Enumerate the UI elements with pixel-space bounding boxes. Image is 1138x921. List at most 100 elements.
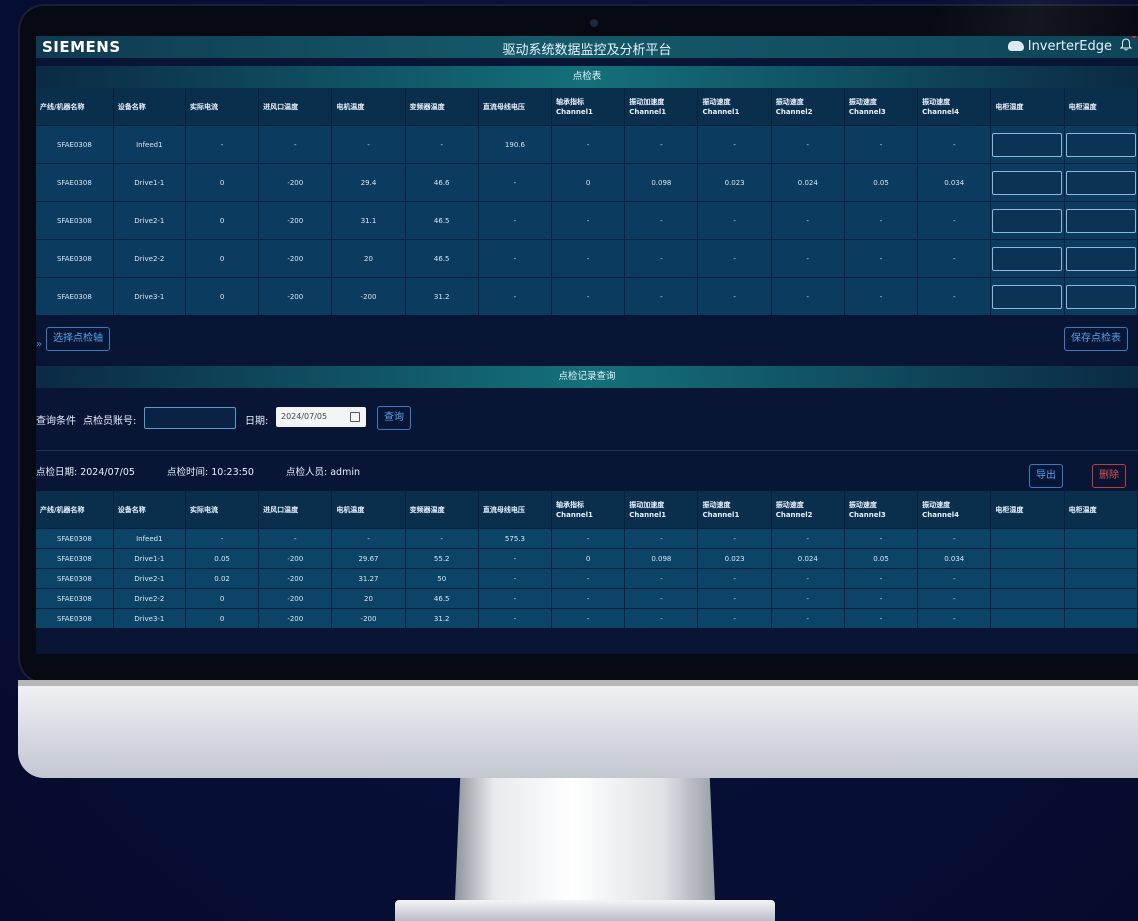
table-cell: - bbox=[917, 277, 992, 315]
col-header: 进风口温度 bbox=[258, 88, 333, 126]
table-cell: -200 bbox=[258, 568, 333, 589]
table-cell: - bbox=[624, 588, 699, 609]
table-cell: 46.6 bbox=[405, 163, 479, 202]
expand-arrow-icon[interactable]: » bbox=[36, 339, 42, 350]
table-row: SFAE0308 Drive1-1 0 -200 29.4 46.6-0 0.098 0.02… bbox=[36, 163, 1138, 202]
table-cell: - bbox=[258, 528, 333, 549]
table-cell: 50 bbox=[405, 568, 479, 589]
table-cell: 29.4 bbox=[331, 163, 406, 202]
table-cell: 20 bbox=[331, 239, 406, 278]
table-cell: - bbox=[331, 528, 406, 549]
date-picker[interactable]: 2024/07/05 bbox=[276, 407, 366, 427]
account-input[interactable] bbox=[144, 407, 236, 429]
table-cell: -200 bbox=[258, 588, 333, 609]
table-cell: - bbox=[917, 608, 992, 628]
table-cell: SFAE0308 bbox=[36, 125, 114, 164]
col-header: 设备名称 bbox=[113, 491, 186, 529]
date-label: 日期: bbox=[245, 416, 269, 427]
table-cell: -200 bbox=[258, 163, 333, 202]
col-header: 电机温度 bbox=[331, 88, 406, 126]
table-cell: 0.034 bbox=[917, 163, 992, 202]
monitor-chin bbox=[18, 680, 1138, 778]
col-header: 振动速度Channel2 bbox=[771, 491, 845, 529]
table-cell: 575.3 bbox=[478, 528, 553, 549]
table-cell: 0.098 bbox=[624, 548, 699, 569]
col-header: 进风口温度 bbox=[258, 491, 333, 529]
table-cell: Drive2-2 bbox=[113, 239, 186, 278]
table-cell: 0.024 bbox=[771, 548, 845, 569]
table-cell: - bbox=[478, 239, 553, 278]
table-cell: - bbox=[771, 588, 845, 609]
table-cell: 0 bbox=[185, 277, 260, 315]
table-cell: 0.02 bbox=[185, 568, 260, 589]
table-cell: - bbox=[624, 277, 699, 315]
col-header: 振动速度Channel4 bbox=[917, 491, 992, 529]
table-cell: 31.1 bbox=[331, 201, 406, 240]
table-cell: - bbox=[185, 125, 260, 164]
export-button[interactable]: 导出 bbox=[1029, 464, 1063, 488]
col-header: 振动速度Channel1 bbox=[697, 491, 772, 529]
cabinet-humidity-input[interactable] bbox=[992, 208, 1063, 233]
cabinet-temp-input[interactable] bbox=[1065, 170, 1136, 195]
cabinet-humidity-input[interactable] bbox=[992, 246, 1063, 271]
col-header: 振动速度Channel2 bbox=[771, 88, 845, 126]
col-header: 设备名称 bbox=[113, 88, 186, 126]
notification-dot bbox=[1132, 36, 1136, 38]
query-condition-label: 查询条件 bbox=[36, 416, 76, 427]
table-cell: - bbox=[551, 277, 626, 315]
table-cell: 0 bbox=[185, 588, 260, 609]
cabinet-temp-input[interactable] bbox=[1065, 208, 1136, 233]
cabinet-humidity-input[interactable] bbox=[992, 170, 1063, 195]
table-cell: - bbox=[917, 568, 992, 589]
cabinet-temp-input[interactable] bbox=[1065, 132, 1136, 157]
col-header: 直流母线电压 bbox=[478, 88, 553, 126]
table-cell: - bbox=[771, 568, 845, 589]
record-query-title: 点检记录查询 bbox=[36, 366, 1138, 388]
table-cell: -200 bbox=[258, 201, 333, 240]
table-cell: - bbox=[551, 608, 626, 628]
table-cell: - bbox=[771, 201, 845, 240]
table-cell: 0 bbox=[185, 163, 260, 202]
table-cell: -200 bbox=[258, 277, 333, 315]
cabinet-humidity-input[interactable] bbox=[992, 284, 1063, 309]
table-cell: - bbox=[551, 588, 626, 609]
col-header: 轴承指标Channel1 bbox=[551, 491, 626, 529]
col-header: 轴承指标Channel1 bbox=[551, 88, 626, 126]
cabinet-temp-input[interactable] bbox=[1065, 284, 1136, 309]
date-value: 2024/07/05 bbox=[281, 412, 328, 421]
inspect-time: 点检时间: 10:23:50 bbox=[167, 467, 254, 478]
table-cell: - bbox=[844, 588, 919, 609]
table-cell: 55.2 bbox=[405, 548, 479, 569]
table-cell: 31.27 bbox=[331, 568, 406, 589]
delete-button[interactable]: 删除 bbox=[1092, 464, 1126, 488]
table-cell: Drive3-1 bbox=[113, 608, 186, 628]
col-header: 电柜湿度 bbox=[990, 491, 1065, 529]
inspection-info: 点检日期: 2024/07/05 点检时间: 10:23:50 点检人员: ad… bbox=[36, 464, 360, 478]
table-cell: - bbox=[844, 568, 919, 589]
table-row: SFAE0308 Infeed1- - - -575.3- - - - - - bbox=[36, 528, 1138, 549]
save-inspection-button[interactable]: 保存点检表 bbox=[1064, 327, 1128, 351]
table-cell bbox=[1064, 201, 1138, 240]
table-cell: 29.67 bbox=[331, 548, 406, 569]
col-header: 振动加速度Channel1 bbox=[624, 88, 699, 126]
table-cell: - bbox=[478, 201, 553, 240]
table-cell: - bbox=[917, 528, 992, 549]
table-cell: -200 bbox=[258, 239, 333, 278]
table-cell: 0.05 bbox=[185, 548, 260, 569]
product-label: InverterEdge bbox=[1027, 39, 1112, 54]
table-cell bbox=[1064, 125, 1138, 164]
bell-icon[interactable] bbox=[1120, 38, 1132, 51]
cabinet-humidity-input[interactable] bbox=[992, 132, 1063, 157]
table-cell: - bbox=[771, 239, 845, 278]
select-axis-button[interactable]: 选择点检轴 bbox=[46, 327, 110, 351]
inspector: 点检人员: admin bbox=[286, 467, 360, 478]
cabinet-temp-input[interactable] bbox=[1065, 246, 1136, 271]
record-table: 产线/机器名称 设备名称 实际电流 进风口温度 电机温度 变频器温度 直流母线电压 轴承指标C… bbox=[36, 491, 1138, 628]
table-cell: - bbox=[185, 528, 260, 549]
col-header: 电柜温度 bbox=[1064, 491, 1138, 529]
table-cell: -200 bbox=[258, 608, 333, 628]
table-cell bbox=[1064, 277, 1138, 315]
table-cell: - bbox=[844, 528, 919, 549]
table-cell: - bbox=[258, 125, 333, 164]
query-button[interactable]: 查询 bbox=[377, 406, 411, 430]
